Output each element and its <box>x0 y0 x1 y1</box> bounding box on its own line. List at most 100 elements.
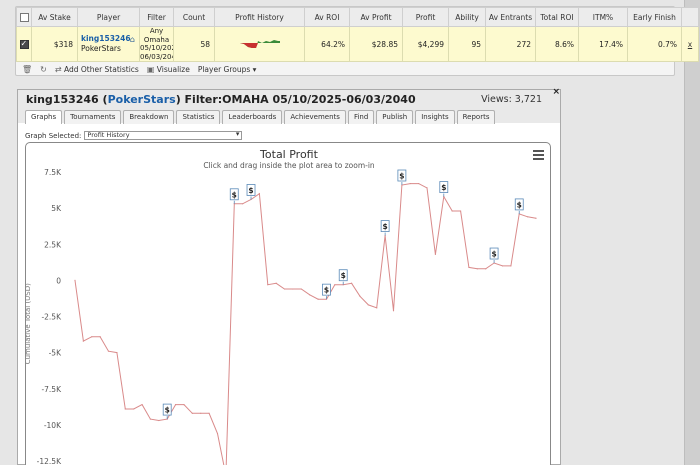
tab-publish[interactable]: Publish <box>376 110 414 124</box>
tab-insights[interactable]: Insights <box>415 110 455 124</box>
y-axis-label: Cumulative Total (USD) <box>26 283 32 364</box>
profit-chart[interactable]: Total ProfitClick and drag inside the pl… <box>26 143 552 465</box>
col-header-av-stake[interactable]: Av Stake <box>31 7 78 27</box>
views-count: Views: 3,721 <box>481 94 542 105</box>
flag-marker-label: $ <box>517 200 522 209</box>
row-checkbox-cell[interactable] <box>16 26 32 62</box>
data-point <box>133 408 135 410</box>
graph-select-dropdown[interactable]: Profit History <box>84 131 243 140</box>
data-point <box>174 404 177 406</box>
data-point <box>283 288 286 290</box>
data-point <box>317 298 319 300</box>
select-all-checkbox[interactable] <box>19 12 29 22</box>
tab-breakdown[interactable]: Breakdown <box>123 110 175 124</box>
player-site: PokerStars <box>81 44 121 53</box>
visualize-label: Visualize <box>156 64 190 74</box>
y-tick-label: -2.5K <box>41 313 62 322</box>
tab-reports[interactable]: Reports <box>456 110 496 124</box>
cell-av-entrants: 272 <box>485 26 536 62</box>
data-point <box>124 408 126 410</box>
tab-tournaments[interactable]: Tournaments <box>64 110 122 124</box>
data-point <box>426 187 428 189</box>
data-point <box>141 404 143 406</box>
chart-container[interactable]: Total Profit Click and drag inside the pl… <box>25 142 551 465</box>
y-tick-label: 2.5K <box>44 240 62 249</box>
y-tick-label: -10K <box>44 421 62 430</box>
data-point <box>242 203 244 205</box>
flag-marker-label: $ <box>491 250 496 259</box>
add-stats-label: Add Other Statistics <box>63 64 139 74</box>
data-point <box>468 266 470 268</box>
data-point <box>275 282 277 284</box>
trash-icon[interactable]: 🗑 <box>22 65 32 74</box>
graph-selector: Graph Selected: Profit History <box>25 131 243 140</box>
profile-title: king153246 (PokerStars) Filter:OMAHA 05/… <box>26 93 416 106</box>
data-point <box>334 284 336 286</box>
col-header-early-finish[interactable]: Early Finish <box>627 7 682 27</box>
col-header-count[interactable]: Count <box>173 7 215 27</box>
filter-line: Any <box>149 27 164 36</box>
profile-tabs: Graphs Tournaments Breakdown Statistics … <box>25 110 496 124</box>
table-row: $318 king153246 PokerStars ⌂ Any Omaha 0… <box>16 26 699 62</box>
col-header-itm[interactable]: ITM% <box>578 7 628 27</box>
home-icon[interactable]: ⌂ <box>130 35 135 45</box>
cell-filter: Any Omaha 05/10/202 06/03/204 <box>139 26 174 62</box>
player-groups-dropdown[interactable]: Player Groups ▾ <box>198 65 257 74</box>
refresh-icon[interactable]: ↻ <box>40 65 47 74</box>
row-checkbox[interactable] <box>19 39 29 49</box>
tab-leaderboards[interactable]: Leaderboards <box>222 110 283 124</box>
data-point <box>183 404 185 406</box>
chart-subtitle: Click and drag inside the plot area to z… <box>203 161 375 170</box>
tab-find[interactable]: Find <box>347 110 375 124</box>
col-header-profit-history[interactable]: Profit History <box>214 7 305 27</box>
col-header-av-roi[interactable]: Av ROI <box>304 7 350 27</box>
chevron-down-icon: ▾ <box>252 64 257 74</box>
player-stats-table: Av Stake Player Filter Count Profit Hist… <box>15 6 699 76</box>
filter-line: 06/03/204 <box>140 52 174 61</box>
cell-profit: $4,299 <box>402 26 449 62</box>
col-header-total-roi[interactable]: Total ROI <box>535 7 579 27</box>
visualize-button[interactable]: ▣ Visualize <box>147 65 190 74</box>
col-header-profit[interactable]: Profit <box>402 7 449 27</box>
cell-av-profit: $28.85 <box>349 26 403 62</box>
y-tick-label: 7.5K <box>44 168 62 177</box>
col-header-av-entrants[interactable]: Av Entrants <box>485 7 536 27</box>
chart-title: Total Profit <box>259 148 319 161</box>
tab-graphs[interactable]: Graphs <box>25 110 63 124</box>
add-stats-button[interactable]: ⇄ Add Other Statistics <box>55 65 139 74</box>
cell-av-stake: $318 <box>31 26 78 62</box>
data-point <box>451 210 453 212</box>
data-point <box>292 288 294 290</box>
close-icon[interactable]: × <box>552 87 560 97</box>
flag-marker-label: $ <box>383 222 388 231</box>
data-point <box>216 432 219 435</box>
player-name-link[interactable]: king153246 <box>81 34 135 44</box>
profile-filter-text: Filter:OMAHA 05/10/2025-06/03/2040 <box>184 93 416 106</box>
remove-row-link[interactable]: x <box>688 40 692 49</box>
data-point <box>191 412 193 414</box>
player-profile-window: king153246 (PokerStars) Filter:OMAHA 05/… <box>17 87 561 465</box>
filter-line: 05/10/202 <box>140 44 174 52</box>
flag-marker-label: $ <box>248 186 253 195</box>
col-header-player[interactable]: Player <box>77 7 140 27</box>
tab-achievements[interactable]: Achievements <box>284 110 346 124</box>
image-icon: ▣ <box>146 64 155 74</box>
flag-marker-label: $ <box>399 172 404 181</box>
data-point <box>149 418 152 420</box>
data-point <box>116 352 118 354</box>
tab-statistics[interactable]: Statistics <box>176 110 221 124</box>
cell-av-roi: 64.2% <box>304 26 350 62</box>
profile-site-link[interactable]: PokerStars <box>108 93 176 106</box>
data-point <box>258 193 260 195</box>
data-point <box>359 295 361 297</box>
col-header-filter[interactable]: Filter <box>139 7 174 27</box>
hamburger-menu-icon[interactable] <box>533 150 544 162</box>
filter-line: Omaha <box>143 35 170 44</box>
select-all-header[interactable] <box>16 7 32 27</box>
cell-total-roi: 8.6% <box>535 26 579 62</box>
data-point <box>535 217 537 219</box>
profit-history-sparkline[interactable] <box>239 37 280 49</box>
col-header-av-profit[interactable]: Av Profit <box>349 7 403 27</box>
col-header-ability[interactable]: Ability <box>448 7 486 27</box>
data-point <box>351 282 353 284</box>
